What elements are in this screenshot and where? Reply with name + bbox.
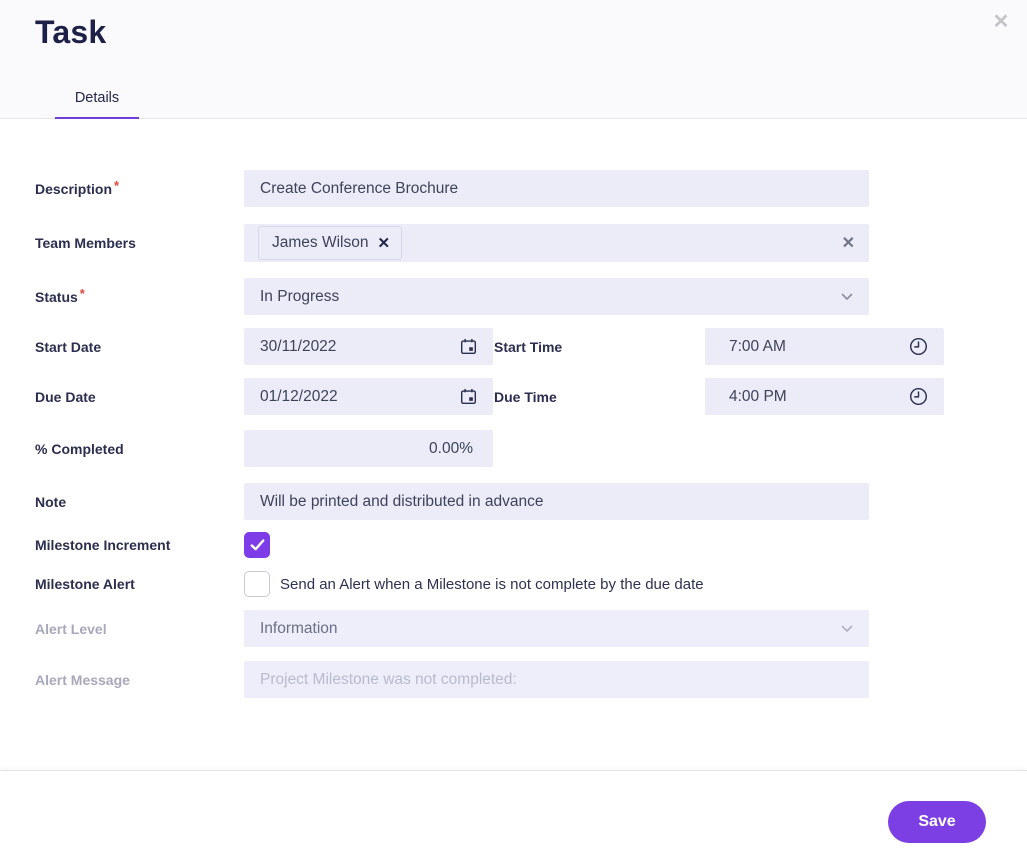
start-time-input[interactable]: 7:00 AM (705, 328, 944, 365)
status-label: Status * (35, 286, 85, 305)
dialog-footer: Save (0, 770, 1027, 850)
percent-completed-label: % Completed (35, 440, 124, 457)
team-members-label: Team Members (35, 235, 136, 251)
start-date-input[interactable]: 30/11/2022 (244, 328, 493, 365)
description-label: Description * (35, 178, 120, 197)
required-asterisk: * (79, 286, 85, 301)
chevron-down-icon (841, 625, 853, 633)
due-time-input[interactable]: 4:00 PM (705, 378, 944, 415)
due-date-label: Due Date (35, 388, 96, 405)
alert-level-select: Information (244, 610, 869, 647)
clock-icon[interactable] (909, 387, 928, 406)
start-date-label: Start Date (35, 338, 102, 355)
required-asterisk: * (114, 178, 120, 193)
clear-field-icon[interactable]: ✕ (842, 233, 855, 253)
checkmark-icon (250, 539, 265, 551)
milestone-increment-label: Milestone Increment (35, 537, 171, 553)
percent-completed-input[interactable]: 0.00% (244, 430, 493, 467)
chevron-down-icon (841, 293, 853, 301)
save-button[interactable]: Save (888, 801, 986, 843)
status-select[interactable]: In Progress (244, 278, 869, 315)
note-label: Note (35, 493, 67, 510)
task-form: Description * Create Conference Brochure … (0, 0, 1027, 850)
task-dialog: Task ✕ Details Description * Create Confe… (0, 0, 1027, 850)
milestone-alert-checkbox[interactable] (244, 571, 270, 597)
chip-remove-icon[interactable]: ✕ (377, 234, 390, 252)
due-date-input[interactable]: 01/12/2022 (244, 378, 493, 415)
calendar-icon[interactable] (460, 388, 477, 405)
team-members-input[interactable]: James Wilson ✕ ✕ (244, 224, 869, 262)
start-time-label: Start Time (494, 338, 563, 355)
alert-message-input: Project Milestone was not completed: (244, 661, 869, 698)
due-time-label: Due Time (494, 388, 557, 405)
alert-level-label: Alert Level (35, 620, 107, 637)
note-input[interactable]: Will be printed and distributed in advan… (244, 483, 869, 520)
alert-message-label: Alert Message (35, 671, 130, 688)
milestone-alert-label: Milestone Alert (35, 576, 135, 592)
team-member-chip[interactable]: James Wilson ✕ (258, 226, 403, 260)
calendar-icon[interactable] (460, 338, 477, 355)
milestone-alert-description: Send an Alert when a Milestone is not co… (280, 575, 704, 593)
description-input[interactable]: Create Conference Brochure (244, 170, 869, 207)
milestone-increment-checkbox[interactable] (244, 532, 270, 558)
team-member-chip-label: James Wilson (272, 234, 369, 251)
clock-icon[interactable] (909, 337, 928, 356)
